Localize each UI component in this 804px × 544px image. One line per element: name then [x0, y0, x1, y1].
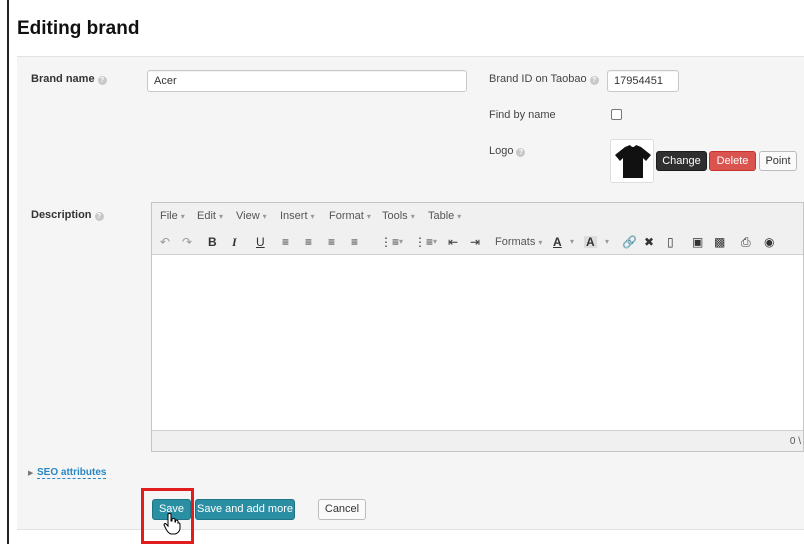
chevron-down-icon: ▾	[366, 212, 371, 221]
logo-label: Logo?	[489, 145, 526, 157]
hand-cursor-icon	[163, 513, 181, 538]
menu-file[interactable]: File ▾	[160, 210, 185, 222]
page-title: Editing brand	[17, 18, 140, 39]
outdent-icon[interactable]: ⇤	[448, 236, 458, 248]
logo-image	[610, 139, 654, 183]
editor-menubar: File ▾ Edit ▾ View ▾ Insert ▾ Format ▾ Tools ▾…	[152, 203, 803, 229]
formats-dropdown[interactable]: Formats ▾	[495, 236, 542, 249]
chevron-down-icon: ▾	[310, 212, 315, 221]
brand-name-label-text: Brand name	[31, 73, 95, 85]
menu-insert[interactable]: Insert ▾	[280, 210, 315, 222]
help-icon[interactable]: ?	[97, 76, 107, 85]
chevron-down-icon[interactable]: ▾	[399, 236, 403, 248]
description-label-text: Description	[31, 209, 92, 221]
redo-icon[interactable]: ↷	[182, 236, 192, 248]
editor-statusbar: 0 \	[152, 430, 803, 451]
taobao-id-label-text: Brand ID on Taobao	[489, 73, 587, 85]
bookmark-icon[interactable]: ▯	[667, 236, 674, 248]
page-frame-border	[7, 0, 9, 544]
menu-view[interactable]: View ▾	[236, 210, 267, 222]
italic-button[interactable]: I	[232, 236, 237, 248]
help-icon[interactable]: ?	[516, 148, 526, 157]
editor-content-area[interactable]	[152, 256, 803, 431]
background-color-button[interactable]: A	[584, 236, 597, 248]
align-justify-icon[interactable]: ≡	[351, 236, 358, 248]
taobao-id-input[interactable]: 17954451	[607, 70, 679, 92]
menu-edit[interactable]: Edit ▾	[197, 210, 223, 222]
chevron-down-icon: ▾	[180, 212, 185, 221]
align-center-icon[interactable]: ≡	[305, 236, 312, 248]
find-by-name-label: Find by name	[489, 109, 556, 121]
bullet-list-icon[interactable]: ⋮≡	[380, 236, 399, 248]
chevron-down-icon: ▾	[457, 212, 462, 221]
brand-name-input[interactable]: Acer	[147, 70, 467, 92]
chevron-down-icon[interactable]: ▾	[433, 236, 437, 248]
editor-word-count: 0 \	[789, 436, 801, 447]
chevron-down-icon[interactable]: ▾	[605, 236, 609, 248]
chevron-down-icon: ▾	[218, 212, 223, 221]
help-icon[interactable]: ?	[589, 76, 599, 85]
logo-label-text: Logo	[489, 145, 514, 157]
align-left-icon[interactable]: ≡	[282, 236, 289, 248]
logo-change-button[interactable]: Change	[656, 151, 707, 171]
bold-button[interactable]: B	[208, 236, 217, 248]
print-icon[interactable]: ⎙	[741, 236, 751, 248]
chevron-down-icon: ▾	[262, 212, 267, 221]
undo-icon[interactable]: ↶	[160, 236, 170, 248]
caret-right-icon: ▶	[28, 470, 34, 477]
description-label: Description?	[31, 209, 104, 221]
logo-delete-button[interactable]: Delete	[709, 151, 756, 171]
underline-button[interactable]: U	[256, 236, 265, 248]
tshirt-icon	[615, 145, 651, 178]
chevron-down-icon[interactable]: ▾	[570, 236, 574, 248]
find-by-name-checkbox[interactable]	[611, 109, 622, 120]
chevron-down-icon: ▾	[410, 212, 415, 221]
cancel-button[interactable]: Cancel	[318, 499, 366, 520]
logo-point-button[interactable]: Point	[759, 151, 797, 171]
seo-attributes-toggle[interactable]: SEO attributes	[37, 467, 107, 479]
link-icon[interactable]: 🔗	[622, 236, 637, 248]
brand-name-label: Brand name?	[31, 73, 107, 85]
menu-format[interactable]: Format ▾	[329, 210, 371, 222]
image-icon[interactable]: ▣	[692, 236, 703, 248]
align-right-icon[interactable]: ≡	[328, 236, 335, 248]
preview-icon[interactable]: ◉	[764, 236, 774, 248]
menu-tools[interactable]: Tools ▾	[382, 210, 415, 222]
rich-text-editor: File ▾ Edit ▾ View ▾ Insert ▾ Format ▾ Tools ▾…	[151, 202, 804, 452]
chevron-down-icon: ▾	[538, 238, 543, 247]
taobao-id-label: Brand ID on Taobao?	[489, 73, 599, 85]
help-icon[interactable]: ?	[94, 212, 104, 221]
numbered-list-icon[interactable]: ⋮≡	[414, 236, 433, 248]
unlink-icon[interactable]: ✖	[644, 236, 654, 248]
save-and-add-more-button[interactable]: Save and add more	[195, 499, 295, 520]
text-color-button[interactable]: A	[553, 236, 562, 248]
menu-table[interactable]: Table ▾	[428, 210, 461, 222]
media-icon[interactable]: ▩	[714, 236, 725, 248]
editor-toolbar: ↶ ↷ B I U ≡ ≡ ≡ ≡ ⋮≡ ▾ ⋮≡ ▾ ⇤ ⇥ Formats ▾…	[152, 229, 803, 255]
indent-icon[interactable]: ⇥	[470, 236, 480, 248]
